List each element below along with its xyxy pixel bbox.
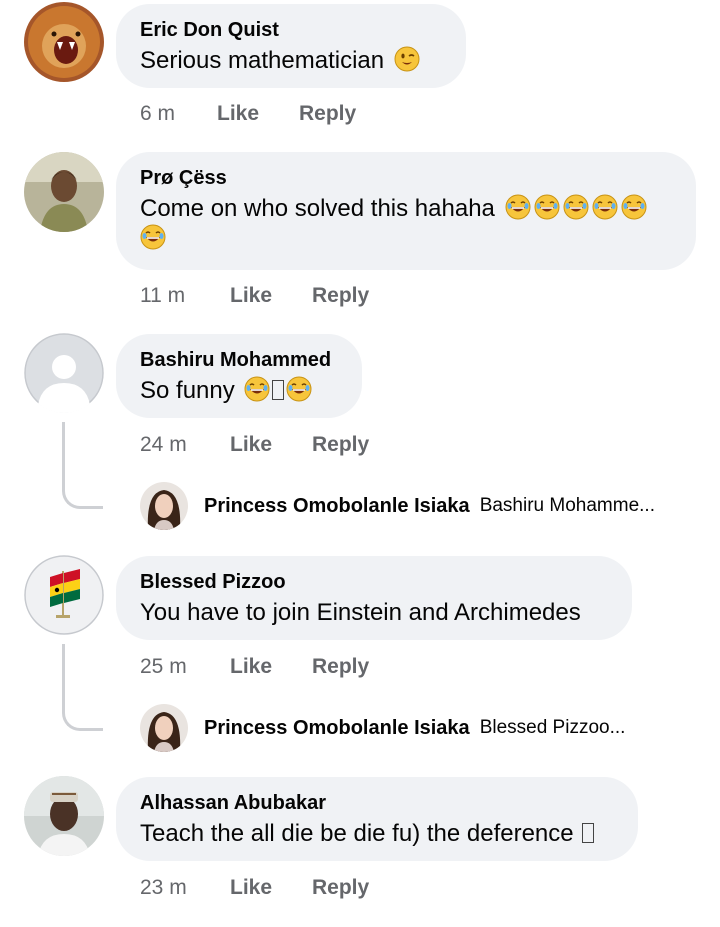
tears-of-joy-icon [140, 224, 166, 250]
comment-meta: 23 m Like Reply [140, 874, 369, 902]
reply-button[interactable]: Reply [312, 876, 369, 900]
comment-bubble: Bashiru Mohammed So funny [116, 334, 362, 418]
comment-time[interactable]: 25 m [140, 655, 230, 679]
reply-author[interactable]: Princess Omobolanle Isiaka [204, 495, 470, 518]
default-avatar[interactable] [24, 333, 104, 413]
reply-button[interactable]: Reply [312, 433, 369, 457]
comment-meta: 24 m Like Reply [140, 431, 369, 459]
reply-author[interactable]: Princess Omobolanle Isiaka [204, 717, 470, 740]
like-button[interactable]: Like [230, 655, 312, 679]
thread-connector [62, 644, 103, 731]
missing-glyph-icon [582, 823, 595, 843]
like-button[interactable]: Like [230, 876, 312, 900]
thread-connector [62, 422, 103, 509]
tears-of-joy-icon [591, 194, 618, 220]
tears-of-joy-icon [286, 376, 313, 402]
comment-bubble: Prø Çëss Come on who solved this hahaha [116, 152, 696, 270]
tears-of-joy-icon [620, 194, 647, 220]
comment-text: Come on who solved this hahaha [140, 194, 672, 254]
reply-text: Blessed Pizzoo... [479, 717, 626, 738]
comment-meta: 6 m Like Reply [140, 100, 356, 128]
tears-of-joy-icon [504, 194, 531, 220]
comment-text: You have to join Einstein and Archimedes [140, 599, 581, 626]
reply-avatar [140, 704, 188, 752]
comment-bubble: Alhassan Abubakar Teach the all die be d… [116, 777, 638, 861]
comment-time[interactable]: 23 m [140, 876, 230, 900]
ghana-flag-avatar[interactable] [24, 555, 104, 635]
comment-author[interactable]: Eric Don Quist [140, 18, 442, 42]
comment-text: Teach the all die be die fu) the deferen… [140, 819, 614, 849]
like-button[interactable]: Like [217, 102, 299, 126]
like-button[interactable]: Like [230, 433, 312, 457]
comment-author[interactable]: Alhassan Abubakar [140, 791, 614, 815]
comment-author[interactable]: Blessed Pizzoo [140, 570, 608, 594]
comment-author[interactable]: Bashiru Mohammed [140, 348, 338, 372]
reply-button[interactable]: Reply [312, 655, 369, 679]
missing-glyph-icon [272, 380, 285, 400]
comment-time[interactable]: 11 m [140, 284, 230, 308]
reply-text: Bashiru Mohamme... [479, 495, 655, 516]
person-photo-avatar[interactable] [24, 152, 104, 232]
comment-bubble: Eric Don Quist Serious mathematician [116, 4, 466, 88]
comment-time[interactable]: 24 m [140, 433, 230, 457]
comment-meta: 11 m Like Reply [140, 282, 369, 310]
reply-button[interactable]: Reply [312, 284, 369, 308]
reply-button[interactable]: Reply [299, 102, 356, 126]
tears-of-joy-icon [244, 376, 271, 402]
lion-avatar[interactable] [24, 2, 104, 82]
comment-author[interactable]: Prø Çëss [140, 166, 672, 190]
tears-of-joy-icon [562, 194, 589, 220]
person-cap-avatar[interactable] [24, 776, 104, 856]
comment-text: So funny [140, 376, 338, 406]
winking-face-icon [393, 46, 420, 72]
comment-time[interactable]: 6 m [140, 102, 217, 126]
like-button[interactable]: Like [230, 284, 312, 308]
comment-meta: 25 m Like Reply [140, 653, 369, 681]
tears-of-joy-icon [533, 194, 560, 220]
reply-preview[interactable]: Princess Omobolanle Isiaka Blessed Pizzo… [140, 704, 625, 752]
comment-text: Serious mathematician [140, 46, 442, 76]
reply-avatar [140, 482, 188, 530]
comment-bubble: Blessed Pizzoo You have to join Einstein… [116, 556, 632, 640]
reply-preview[interactable]: Princess Omobolanle Isiaka Bashiru Moham… [140, 482, 655, 530]
